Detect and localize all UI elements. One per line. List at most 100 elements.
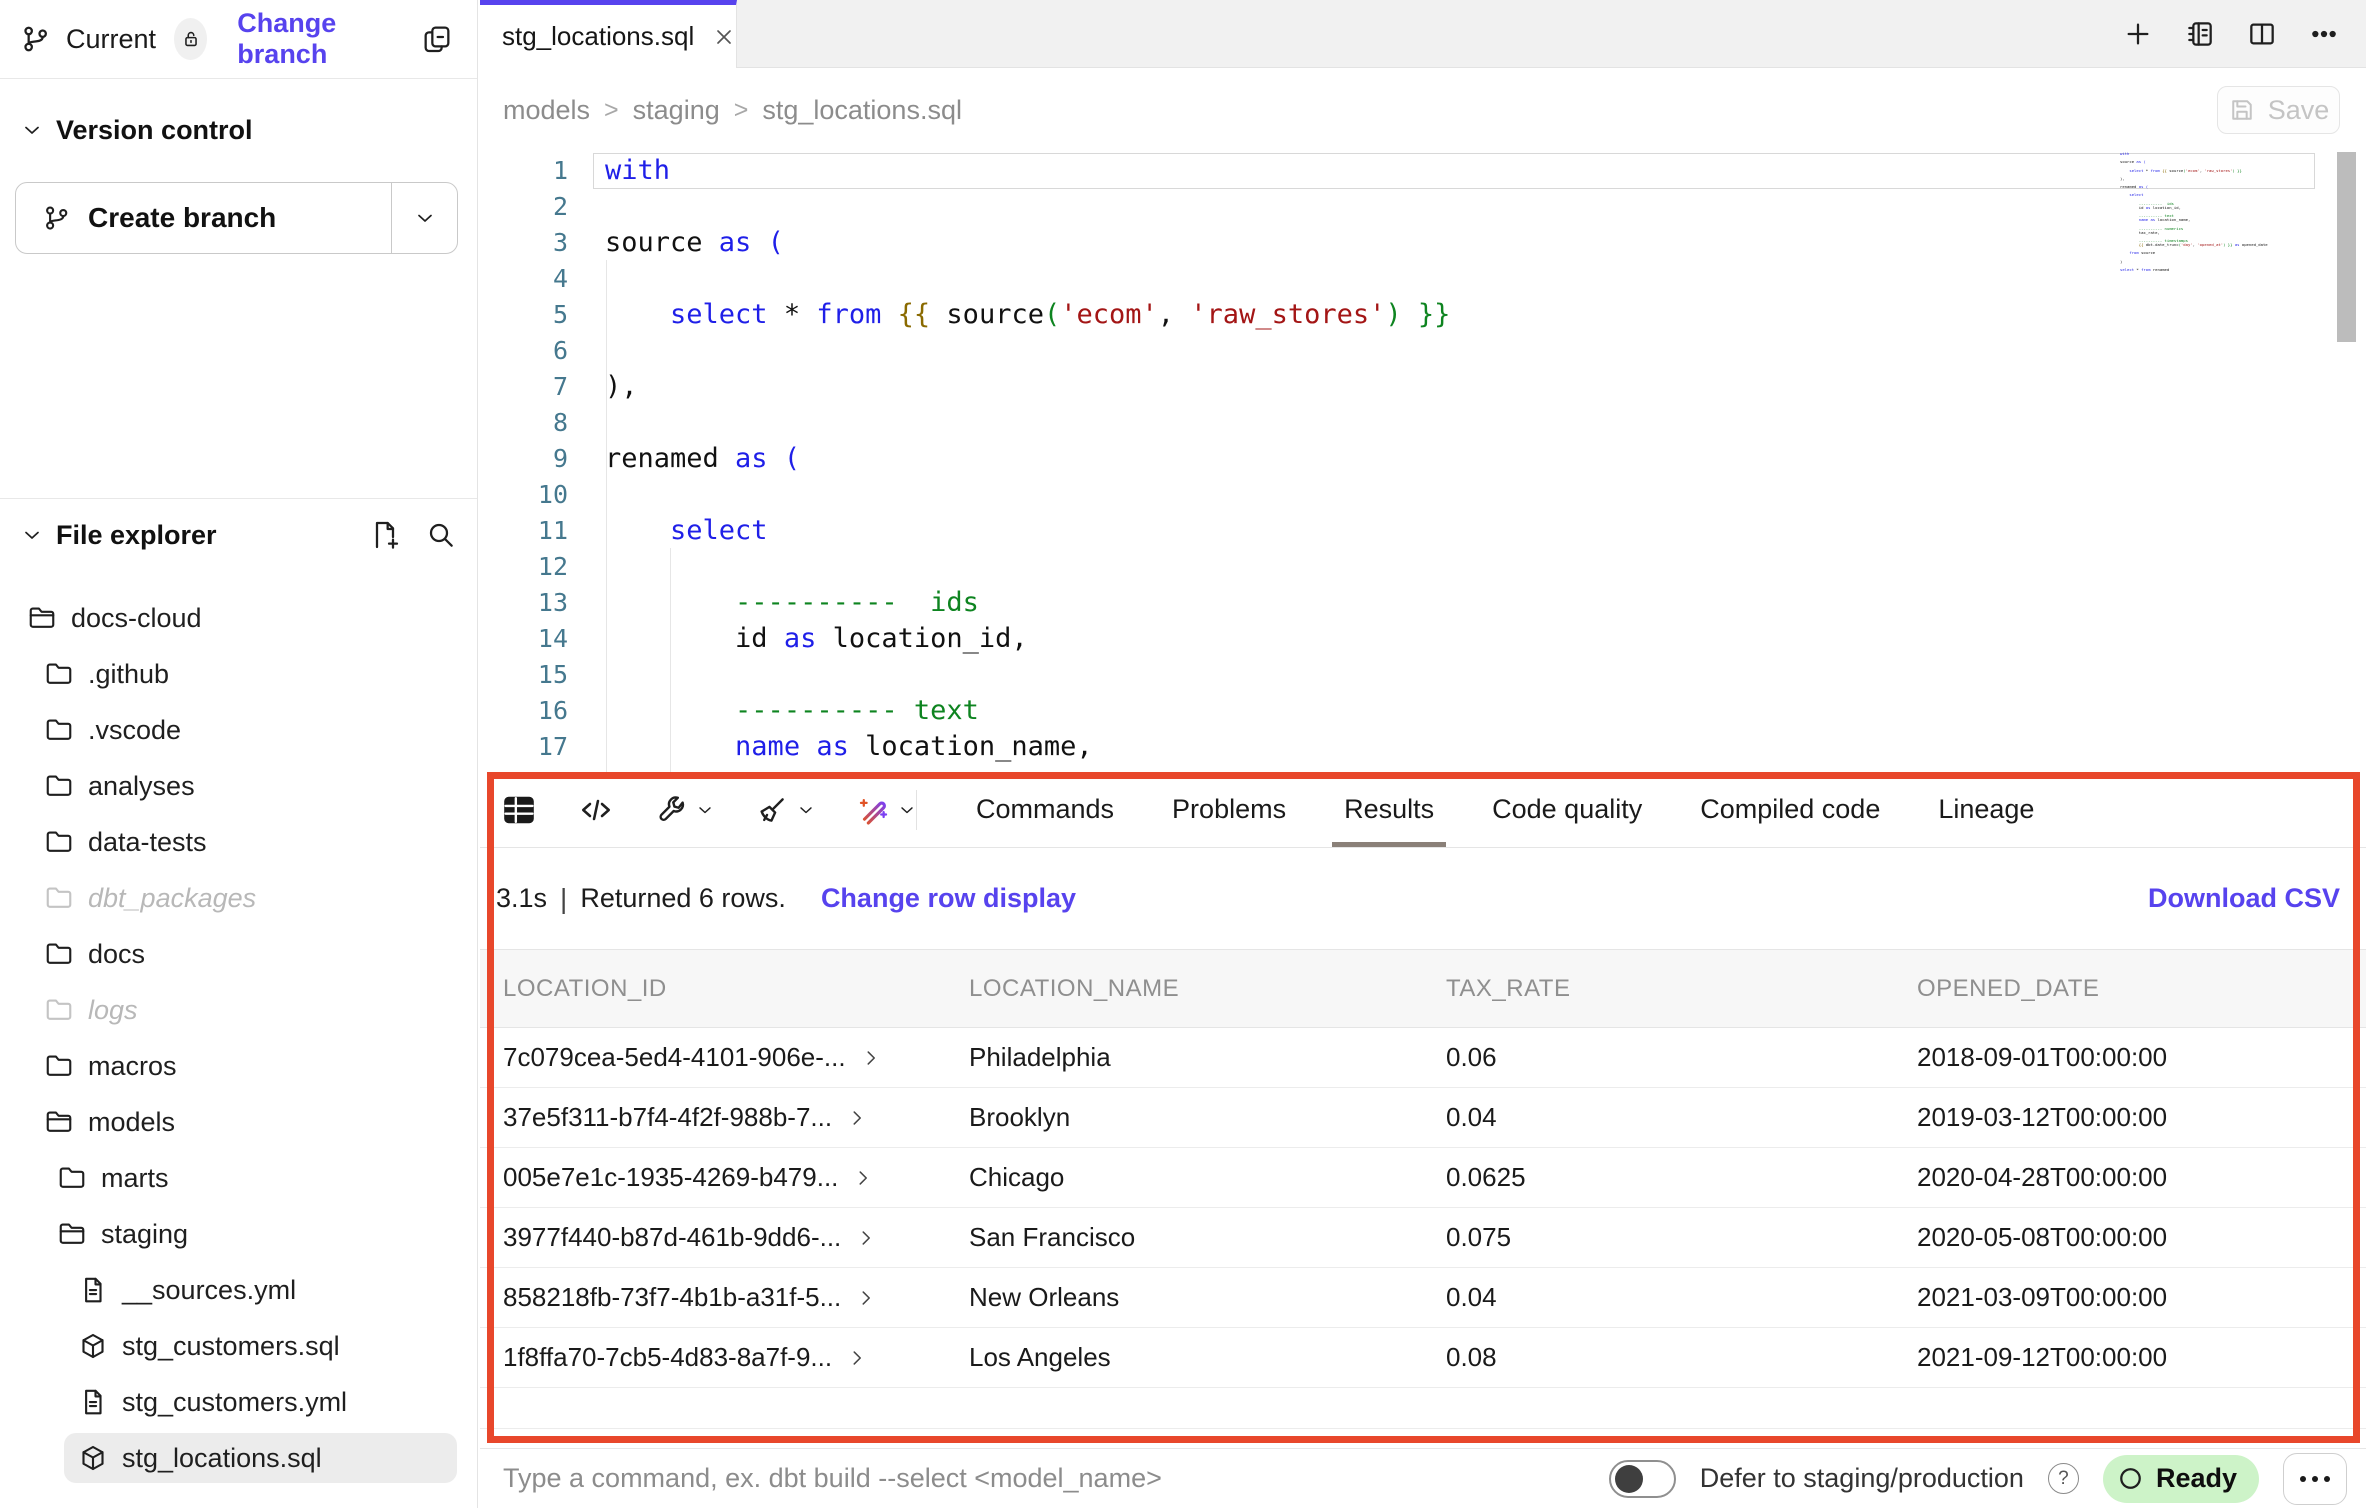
tree-item-docs[interactable]: docs bbox=[0, 926, 477, 982]
tree-item--vscode[interactable]: .vscode bbox=[0, 702, 477, 758]
search-icon[interactable] bbox=[425, 519, 457, 551]
code-line-16[interactable]: 16 ---------- text bbox=[480, 692, 2366, 728]
tree-item-docs-cloud[interactable]: docs-cloud bbox=[0, 590, 477, 646]
tree-item-stg-customers-sql[interactable]: stg_customers.sql bbox=[0, 1318, 477, 1374]
lock-icon bbox=[180, 28, 202, 50]
split-editor-icon[interactable] bbox=[2246, 18, 2278, 50]
command-bar-more-button[interactable] bbox=[2283, 1453, 2347, 1505]
panel-tab-compiled-code[interactable]: Compiled code bbox=[1688, 772, 1892, 847]
tree-item-label: dbt_packages bbox=[88, 883, 256, 914]
tree-item-marts[interactable]: marts bbox=[0, 1150, 477, 1206]
main-area: stg_locations.sql bbox=[480, 0, 2366, 1508]
download-csv-link[interactable]: Download CSV bbox=[2148, 883, 2340, 914]
code-line-4[interactable]: 4 bbox=[480, 260, 2366, 296]
folder-open-icon bbox=[57, 1219, 87, 1249]
code-line-11[interactable]: 11 select bbox=[480, 512, 2366, 548]
table-cell: 2021-03-09T00:00:00 bbox=[1917, 1282, 2366, 1313]
code-editor[interactable]: 1with 2 3source as (45 select * from {{ so… bbox=[480, 152, 2366, 772]
code-line-2[interactable]: 2 bbox=[480, 188, 2366, 224]
help-icon[interactable]: ? bbox=[2048, 1463, 2079, 1494]
code-line-14[interactable]: 14 id as location_id, bbox=[480, 620, 2366, 656]
code-line-10[interactable]: 10 bbox=[480, 476, 2366, 512]
cube-icon bbox=[78, 1443, 108, 1473]
ide-status-badge[interactable]: Ready bbox=[2103, 1455, 2259, 1503]
breadcrumb-item[interactable]: stg_locations.sql bbox=[762, 95, 962, 126]
table-cell: 0.0625 bbox=[1446, 1162, 1917, 1193]
command-input[interactable] bbox=[503, 1463, 1609, 1494]
expand-cell-icon[interactable] bbox=[846, 1107, 868, 1129]
editor-more-icon[interactable] bbox=[2308, 18, 2340, 50]
expand-cell-icon[interactable] bbox=[860, 1047, 882, 1069]
code-line-17[interactable]: 17 name as location_name, bbox=[480, 728, 2366, 764]
compile-code-icon[interactable] bbox=[578, 792, 614, 828]
line-number: 11 bbox=[480, 516, 568, 545]
code-line-3[interactable]: 3source as ( bbox=[480, 224, 2366, 260]
results-table-header: LOCATION_IDLOCATION_NAMETAX_RATEOPENED_D… bbox=[480, 950, 2366, 1028]
panel-tab-commands[interactable]: Commands bbox=[964, 772, 1126, 847]
tree-item--sources-yml[interactable]: __sources.yml bbox=[0, 1262, 477, 1318]
expand-cell-icon[interactable] bbox=[846, 1347, 868, 1369]
folder-icon bbox=[44, 995, 74, 1025]
tree-item-models[interactable]: models bbox=[0, 1094, 477, 1150]
code-line-13[interactable]: 13 ---------- ids bbox=[480, 584, 2366, 620]
file-explorer-header[interactable]: File explorer bbox=[0, 512, 477, 558]
expand-cell-icon[interactable] bbox=[855, 1287, 877, 1309]
new-tab-icon[interactable] bbox=[2122, 18, 2154, 50]
wrench-icon bbox=[654, 793, 688, 827]
chevron-down-icon bbox=[796, 800, 816, 820]
lint-tool[interactable] bbox=[755, 793, 816, 827]
table-cell: 2020-04-28T00:00:00 bbox=[1917, 1162, 2366, 1193]
breadcrumb-item[interactable]: staging bbox=[633, 95, 720, 126]
build-tool[interactable] bbox=[654, 793, 715, 827]
editor-scrollbar[interactable] bbox=[2337, 152, 2356, 342]
tree-item-stg-customers-yml[interactable]: stg_customers.yml bbox=[0, 1374, 477, 1430]
tree-item-stg-locations-sql[interactable]: stg_locations.sql bbox=[0, 1430, 477, 1486]
code-line-9[interactable]: 9renamed as ( bbox=[480, 440, 2366, 476]
expand-cell-icon[interactable] bbox=[855, 1227, 877, 1249]
panel-tab-results[interactable]: Results bbox=[1332, 772, 1446, 847]
tree-item-analyses[interactable]: analyses bbox=[0, 758, 477, 814]
code-line-6[interactable]: 6 bbox=[480, 332, 2366, 368]
panel-tabs: Commands Problems Results Code quality Compi… bbox=[916, 772, 2046, 847]
tree-item-data-tests[interactable]: data-tests bbox=[0, 814, 477, 870]
tree-item-logs[interactable]: logs bbox=[0, 982, 477, 1038]
breadcrumb-separator: > bbox=[734, 96, 749, 125]
defer-toggle[interactable] bbox=[1609, 1460, 1676, 1498]
minimap[interactable]: withsource as ( select * from {{ source(… bbox=[2120, 152, 2330, 272]
tree-item-macros[interactable]: macros bbox=[0, 1038, 477, 1094]
copy-icon[interactable] bbox=[421, 23, 453, 55]
save-button[interactable]: Save bbox=[2217, 86, 2340, 134]
panel-tab-lineage[interactable]: Lineage bbox=[1926, 772, 2046, 847]
change-row-display-link[interactable]: Change row display bbox=[821, 883, 1076, 914]
breadcrumb-item[interactable]: models bbox=[503, 95, 590, 126]
column-header-tax_rate: TAX_RATE bbox=[1446, 975, 1917, 1003]
code-line-1[interactable]: 1with bbox=[480, 152, 2366, 188]
line-content: id as location_id, bbox=[605, 623, 1028, 654]
code-line-15[interactable]: 15 bbox=[480, 656, 2366, 692]
line-number: 2 bbox=[480, 192, 568, 221]
create-branch-dropdown[interactable] bbox=[391, 183, 457, 253]
tab-stg-locations-sql[interactable]: stg_locations.sql bbox=[480, 0, 737, 68]
new-file-icon[interactable] bbox=[369, 519, 401, 551]
code-line-12[interactable]: 12 bbox=[480, 548, 2366, 584]
preview-table-icon[interactable] bbox=[500, 791, 538, 829]
changelog-icon[interactable] bbox=[2184, 18, 2216, 50]
table-cell: 2018-09-01T00:00:00 bbox=[1917, 1042, 2366, 1073]
panel-tab-problems[interactable]: Problems bbox=[1160, 772, 1298, 847]
close-tab-icon[interactable] bbox=[712, 25, 736, 49]
table-cell: New Orleans bbox=[969, 1282, 1446, 1313]
tree-item-staging[interactable]: staging bbox=[0, 1206, 477, 1262]
create-branch-button[interactable]: Create branch bbox=[15, 182, 458, 254]
tree-item--github[interactable]: .github bbox=[0, 646, 477, 702]
fix-with-ai-tool[interactable] bbox=[856, 793, 917, 827]
tree-item-label: stg_customers.yml bbox=[122, 1387, 347, 1418]
tree-item-dbt-packages[interactable]: dbt_packages bbox=[0, 870, 477, 926]
code-line-8[interactable]: 8 bbox=[480, 404, 2366, 440]
expand-cell-icon[interactable] bbox=[852, 1167, 874, 1189]
panel-tab-code-quality[interactable]: Code quality bbox=[1480, 772, 1654, 847]
branch-locked-badge bbox=[174, 18, 207, 60]
change-branch-link[interactable]: Change branch bbox=[237, 8, 393, 70]
code-line-5[interactable]: 5 select * from {{ source('ecom', 'raw_s… bbox=[480, 296, 2366, 332]
code-line-7[interactable]: 7), bbox=[480, 368, 2366, 404]
version-control-header[interactable]: Version control bbox=[0, 107, 477, 153]
